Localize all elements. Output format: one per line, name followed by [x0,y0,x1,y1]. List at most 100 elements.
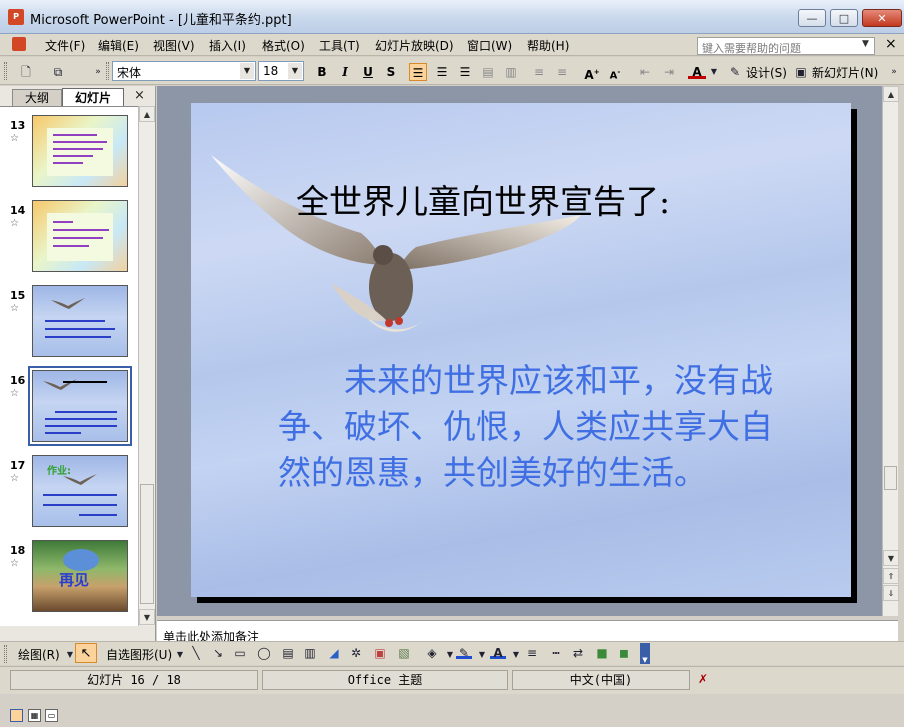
slide-thumbnail-13[interactable] [32,115,128,187]
tab-slides[interactable]: 幻灯片 [62,88,124,107]
design-button[interactable]: 设计(S) [746,64,787,81]
distribute-button[interactable]: ▥ [502,63,520,81]
textbox-tool-icon[interactable]: ▤ [280,645,296,661]
numbering-icon[interactable]: ≡ [530,63,548,81]
autoshapes-menu-button[interactable]: 自选图形(U) [106,646,172,663]
menu-edit[interactable]: 编辑(E) [98,37,139,54]
line-tool-icon[interactable]: ╲ [188,645,204,661]
menu-slideshow[interactable]: 幻灯片放映(D) [375,37,454,54]
spelling-error-icon[interactable]: ✗ [698,672,708,686]
fill-color-icon[interactable]: ◈ [424,645,440,661]
menu-insert[interactable]: 插入(I) [209,37,246,54]
justify-button[interactable]: ▤ [479,63,497,81]
menu-file[interactable]: 文件(F) [45,37,85,54]
close-button[interactable]: ✕ [862,9,902,27]
scroll-up-icon[interactable]: ▲ [139,106,155,122]
decrease-indent-icon[interactable]: ⇤ [636,63,654,81]
slide-title[interactable]: 全世界儿童向世界宣告了: [296,175,670,223]
align-left-button[interactable]: ☰ [409,63,427,81]
chevron-down-icon[interactable]: ▼ [240,63,254,79]
scroll-down-icon[interactable]: ▼ [139,609,155,625]
increase-indent-icon[interactable]: ⇥ [660,63,678,81]
slide-sorter-icon[interactable]: ▦ [28,709,41,722]
line-style-icon[interactable]: ≡ [524,645,540,661]
decrease-font-size-button[interactable]: A- [606,63,624,81]
draw-menu-button[interactable]: 绘图(R) [18,646,60,663]
shadow-style-icon[interactable]: ■ [594,645,610,661]
slide-thumbnail-16[interactable] [32,370,128,442]
new-slide-button[interactable]: 新幻灯片(N) [812,64,878,81]
main-scrollbar[interactable]: ▲ ▼ ⇑ ⇓ [882,86,899,616]
copy-icon[interactable]: ⧉ [50,64,66,80]
font-color-icon[interactable]: A [490,645,506,660]
thumbnail-scrollbar[interactable]: ▲ ▼ [138,106,155,626]
document-icon[interactable] [12,37,26,51]
bullets-icon[interactable]: ≡ [553,63,571,81]
scroll-up-icon[interactable]: ▲ [883,86,899,102]
diagram-icon[interactable]: ✲ [348,645,364,661]
clipart-icon[interactable]: ▣ [372,645,388,661]
chevron-down-icon[interactable]: ▼ [862,39,869,49]
3d-style-icon[interactable]: ◼ [616,645,632,661]
new-document-icon[interactable]: 🗋 [18,64,34,80]
select-objects-button[interactable]: ↖ [75,643,97,663]
scroll-down-icon[interactable]: ▼ [883,550,899,566]
next-slide-icon[interactable]: ⇓ [883,585,899,601]
document-close-button[interactable]: × [885,36,897,52]
menu-view[interactable]: 视图(V) [153,37,195,54]
italic-button[interactable]: I [336,63,354,81]
notes-pane[interactable]: 单击此处添加备注 [157,620,898,642]
picture-icon[interactable]: ▧ [396,645,412,661]
oval-tool-icon[interactable]: ◯ [256,645,272,661]
align-center-button[interactable]: ☰ [433,63,451,81]
font-size-select[interactable]: 18 ▼ [258,61,304,81]
tab-outline[interactable]: 大纲 [12,89,62,106]
scrollbar-thumb[interactable] [140,484,154,604]
current-slide[interactable]: 全世界儿童向世界宣告了: 未来的世界应该和平，没有战争、破坏、仇恨，人类应共享大… [191,103,851,597]
slide-thumbnail-15[interactable] [32,285,128,357]
toolbar-grip[interactable] [106,62,109,80]
bold-button[interactable]: B [313,63,331,81]
menu-tools[interactable]: 工具(T) [319,37,360,54]
normal-view-icon[interactable] [10,709,23,722]
toolbar-options-icon[interactable]: » [90,64,106,80]
toolbar-grip[interactable] [4,645,7,663]
previous-slide-icon[interactable]: ⇑ [883,568,899,584]
chevron-down-icon[interactable]: ▼ [508,647,524,663]
new-slide-icon[interactable]: ▣ [793,64,809,80]
scrollbar-thumb[interactable] [884,466,897,490]
wordart-icon[interactable]: ◢ [326,645,342,661]
help-question-input[interactable]: 键入需要帮助的问题 [697,37,875,55]
toolbar-grip[interactable] [4,62,7,80]
chevron-down-icon[interactable]: ▼ [474,647,490,663]
dash-style-icon[interactable]: ┅ [548,645,564,661]
rectangle-tool-icon[interactable]: ▭ [232,645,248,661]
toolbar-options-icon[interactable]: ▼ [640,643,650,664]
toolbar-options-icon[interactable]: » [886,64,902,80]
minimize-button[interactable]: — [798,9,826,27]
chevron-down-icon[interactable]: ▼ [706,64,722,80]
slide-body-text[interactable]: 未来的世界应该和平，没有战争、破坏、仇恨，人类应共享大自然的恩惠，共创美好的生活… [278,358,778,496]
increase-font-size-button[interactable]: A+ [583,63,601,82]
powerpoint-app-icon[interactable]: P [8,9,24,25]
panel-close-button[interactable]: × [134,88,145,103]
align-right-button[interactable]: ☰ [456,63,474,81]
menu-help[interactable]: 帮助(H) [527,37,569,54]
chevron-down-icon[interactable]: ▼ [288,63,302,79]
arrow-tool-icon[interactable]: ↘ [210,645,226,661]
maximize-button[interactable]: □ [830,9,858,27]
shadow-button[interactable]: S [382,63,400,81]
slide-thumbnail-17[interactable]: 作业: [32,455,128,527]
underline-button[interactable]: U [359,63,377,81]
font-color-button[interactable]: A [688,63,706,79]
arrow-style-icon[interactable]: ⇄ [570,645,586,661]
chevron-down-icon[interactable]: ▼ [172,647,188,663]
menu-format[interactable]: 格式(O) [262,37,305,54]
design-icon[interactable]: ✎ [727,64,743,80]
slideshow-view-icon[interactable]: ▭ [45,709,58,722]
line-color-icon[interactable]: ✎ [456,645,472,660]
slide-thumbnail-18[interactable]: 再见 [32,540,128,612]
menu-window[interactable]: 窗口(W) [467,37,512,54]
font-name-select[interactable]: 宋体 ▼ [112,61,256,81]
vertical-textbox-icon[interactable]: ▥ [302,645,318,661]
